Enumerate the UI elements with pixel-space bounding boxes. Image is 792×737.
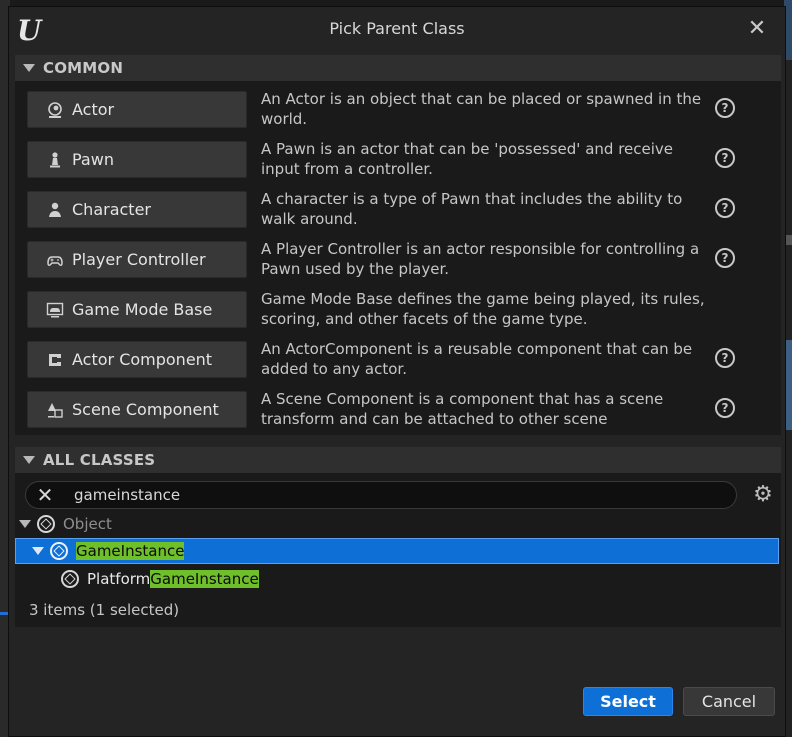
actor-component-icon bbox=[46, 351, 64, 369]
tree-item-platform-match: GameInstance bbox=[150, 570, 259, 588]
actor-icon bbox=[46, 101, 64, 119]
item-count-status: 3 items (1 selected) bbox=[29, 601, 180, 619]
common-section-header[interactable]: COMMON bbox=[15, 55, 781, 81]
character-icon bbox=[46, 201, 64, 219]
player-controller-class-label: Player Controller bbox=[72, 250, 206, 269]
select-button[interactable]: Select bbox=[583, 687, 673, 716]
expand-arrow-icon bbox=[19, 520, 31, 528]
actor-component-class-description: An ActorComponent is a reusable componen… bbox=[261, 340, 693, 378]
class-search-box: ✕ bbox=[25, 481, 737, 509]
common-section-label: COMMON bbox=[43, 59, 124, 77]
object-class-icon bbox=[61, 570, 79, 588]
cancel-button[interactable]: Cancel bbox=[683, 687, 775, 716]
tree-item-gameinstance-label: GameInstance bbox=[76, 542, 185, 560]
clear-search-icon[interactable]: ✕ bbox=[34, 484, 56, 506]
object-class-icon bbox=[37, 515, 55, 533]
pawn-icon bbox=[46, 151, 64, 169]
collapse-arrow-icon bbox=[23, 64, 35, 72]
close-icon[interactable]: ✕ bbox=[745, 17, 769, 41]
all-classes-section-label: ALL CLASSES bbox=[43, 451, 156, 469]
all-classes-section-header[interactable]: ALL CLASSES bbox=[15, 447, 781, 473]
tree-item-platform-gameinstance[interactable]: Platform GameInstance bbox=[15, 566, 779, 592]
scene-component-help-icon[interactable]: ? bbox=[715, 398, 735, 418]
game-mode-icon bbox=[46, 301, 64, 319]
common-row-player-controller: Player Controller A Player Controller is… bbox=[15, 231, 781, 281]
actor-class-label: Actor bbox=[72, 100, 115, 119]
pawn-class-label: Pawn bbox=[72, 150, 114, 169]
tree-item-platform-prefix: Platform bbox=[87, 570, 151, 588]
dialog-title: Pick Parent Class bbox=[329, 19, 465, 38]
common-classes-panel: Actor An Actor is an object that can be … bbox=[15, 81, 781, 435]
game-mode-base-class-description: Game Mode Base defines the game being pl… bbox=[261, 290, 705, 328]
class-search-input[interactable] bbox=[74, 485, 674, 505]
character-class-button[interactable]: Character bbox=[27, 191, 247, 228]
pawn-class-description: A Pawn is an actor that can be 'possesse… bbox=[261, 140, 674, 178]
player-controller-class-button[interactable]: Player Controller bbox=[27, 241, 247, 278]
title-bar: U Pick Parent Class ✕ bbox=[9, 7, 785, 55]
game-mode-base-class-label: Game Mode Base bbox=[72, 300, 213, 319]
common-row-pawn: Pawn A Pawn is an actor that can be 'pos… bbox=[15, 131, 781, 181]
common-row-scene-component: Scene Component A Scene Component is a c… bbox=[15, 381, 781, 431]
actor-component-help-icon[interactable]: ? bbox=[715, 348, 735, 368]
scene-component-class-button[interactable]: Scene Component bbox=[27, 391, 247, 428]
player-controller-help-icon[interactable]: ? bbox=[715, 248, 735, 268]
common-row-actor: Actor An Actor is an object that can be … bbox=[15, 81, 781, 131]
scene-component-icon bbox=[46, 401, 64, 419]
character-class-label: Character bbox=[72, 200, 151, 219]
all-classes-panel: ✕ ⚙ Object GameInstance PlatformGameInst… bbox=[15, 473, 781, 627]
actor-class-description: An Actor is an object that can be placed… bbox=[261, 90, 702, 128]
actor-component-class-label: Actor Component bbox=[72, 350, 213, 369]
actor-class-button[interactable]: Actor bbox=[27, 91, 247, 128]
gear-icon[interactable]: ⚙ bbox=[751, 483, 775, 507]
tree-item-object-label: Object bbox=[63, 515, 112, 533]
common-row-actor-component: Actor Component An ActorComponent is a r… bbox=[15, 331, 781, 381]
actor-component-class-button[interactable]: Actor Component bbox=[27, 341, 247, 378]
collapse-arrow-icon bbox=[23, 456, 35, 464]
player-controller-class-description: A Player Controller is an actor responsi… bbox=[261, 240, 700, 278]
pick-parent-class-dialog: U Pick Parent Class ✕ COMMON Actor An Ac… bbox=[8, 6, 786, 737]
game-mode-base-class-button[interactable]: Game Mode Base bbox=[27, 291, 247, 328]
actor-help-icon[interactable]: ? bbox=[715, 98, 735, 118]
tree-item-gameinstance[interactable]: GameInstance bbox=[15, 538, 779, 564]
pawn-class-button[interactable]: Pawn bbox=[27, 141, 247, 178]
scene-component-class-label: Scene Component bbox=[72, 400, 219, 419]
character-help-icon[interactable]: ? bbox=[715, 198, 735, 218]
scene-component-class-description: A Scene Component is a component that ha… bbox=[261, 390, 664, 428]
character-class-description: A character is a type of Pawn that inclu… bbox=[261, 190, 683, 228]
object-class-icon bbox=[50, 542, 68, 560]
common-row-game-mode-base: Game Mode Base Game Mode Base defines th… bbox=[15, 281, 781, 331]
tree-item-object[interactable]: Object bbox=[15, 511, 779, 537]
gamepad-icon bbox=[46, 251, 64, 269]
pawn-help-icon[interactable]: ? bbox=[715, 148, 735, 168]
common-row-character: Character A character is a type of Pawn … bbox=[15, 181, 781, 231]
expand-arrow-icon bbox=[32, 547, 44, 555]
